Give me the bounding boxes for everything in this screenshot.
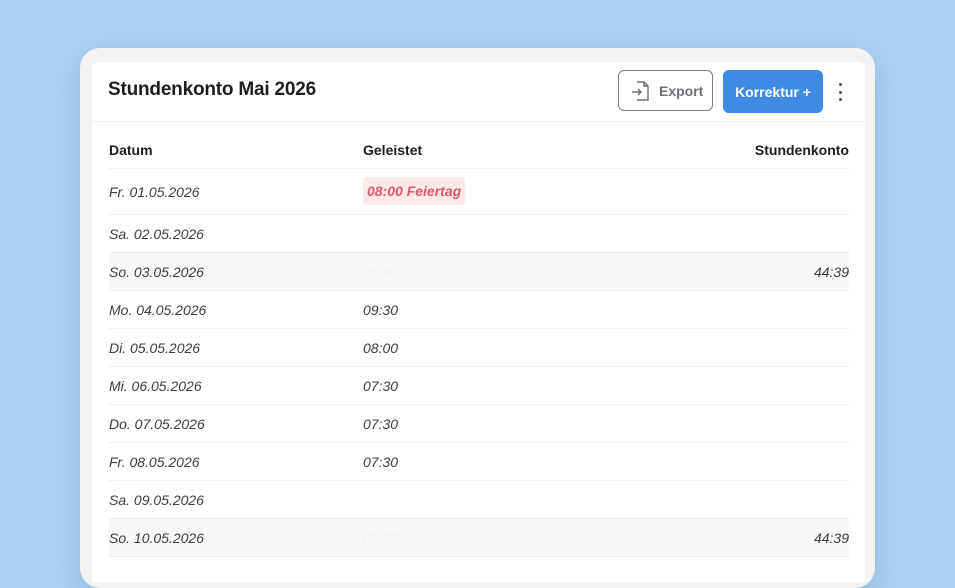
row-date: Sa. 02.05.2026: [109, 226, 204, 242]
card-header: Stundenkonto Mai 2026 Export Korrektur +: [92, 62, 865, 122]
row-date: Fr. 08.05.2026: [109, 454, 200, 470]
column-header-worked: Geleistet: [363, 142, 423, 158]
table-row[interactable]: Fr. 08.05.2026 07:30: [109, 443, 849, 481]
holiday-badge: 08:00 Feiertag: [363, 177, 466, 205]
row-date: Sa. 09.05.2026: [109, 492, 204, 508]
table-row[interactable]: So. 03.05.2026 00:00 44:39: [109, 253, 849, 291]
table-header: Datum Geleistet Stundenkonto: [109, 122, 849, 169]
row-worked: 00:00: [363, 530, 399, 546]
table-row[interactable]: Mo. 04.05.2026 09:30: [109, 291, 849, 329]
row-date: Fr. 01.05.2026: [109, 184, 200, 200]
hours-table: Datum Geleistet Stundenkonto Fr. 01.05.2…: [109, 122, 849, 557]
column-header-balance: Stundenkonto: [754, 142, 849, 158]
row-worked: 00:00: [363, 264, 399, 280]
row-date: So. 03.05.2026: [109, 264, 204, 280]
row-date: Mo. 04.05.2026: [109, 302, 207, 318]
row-worked: 08:00: [363, 340, 399, 356]
timesheet-card: Stundenkonto Mai 2026 Export Korrektur +…: [92, 62, 865, 582]
table-row[interactable]: Do. 07.05.2026 07:30: [109, 405, 849, 443]
table-row[interactable]: Sa. 02.05.2026: [109, 215, 849, 253]
table-row[interactable]: Sa. 09.05.2026: [109, 481, 849, 519]
row-balance: 44:39: [813, 530, 849, 546]
table-row[interactable]: Mi. 06.05.2026 07:30: [109, 367, 849, 405]
row-worked: 07:30: [363, 378, 399, 394]
page-title: Stundenkonto Mai 2026: [108, 79, 317, 100]
export-button-label: Export: [659, 82, 704, 99]
table-row[interactable]: So. 10.05.2026 00:00 44:39: [109, 519, 849, 557]
row-balance: 44:39: [813, 264, 849, 280]
correction-button-label: Korrektur +: [735, 83, 811, 100]
correction-button[interactable]: Korrektur +: [723, 70, 823, 113]
export-icon: [632, 80, 649, 101]
more-options-icon[interactable]: [832, 80, 848, 104]
row-date: Mi. 06.05.2026: [109, 378, 202, 394]
row-date: So. 10.05.2026: [109, 530, 204, 546]
table-row[interactable]: Di. 05.05.2026 08:00: [109, 329, 849, 367]
export-button[interactable]: Export: [618, 70, 713, 111]
column-header-date: Datum: [109, 142, 153, 158]
row-date: Do. 07.05.2026: [109, 416, 205, 432]
row-worked: 09:30: [363, 302, 399, 318]
row-worked: 07:30: [363, 416, 399, 432]
table-row[interactable]: Fr. 01.05.2026 08:00 Feiertag: [109, 169, 849, 215]
row-date: Di. 05.05.2026: [109, 340, 201, 356]
row-worked: 07:30: [363, 454, 399, 470]
